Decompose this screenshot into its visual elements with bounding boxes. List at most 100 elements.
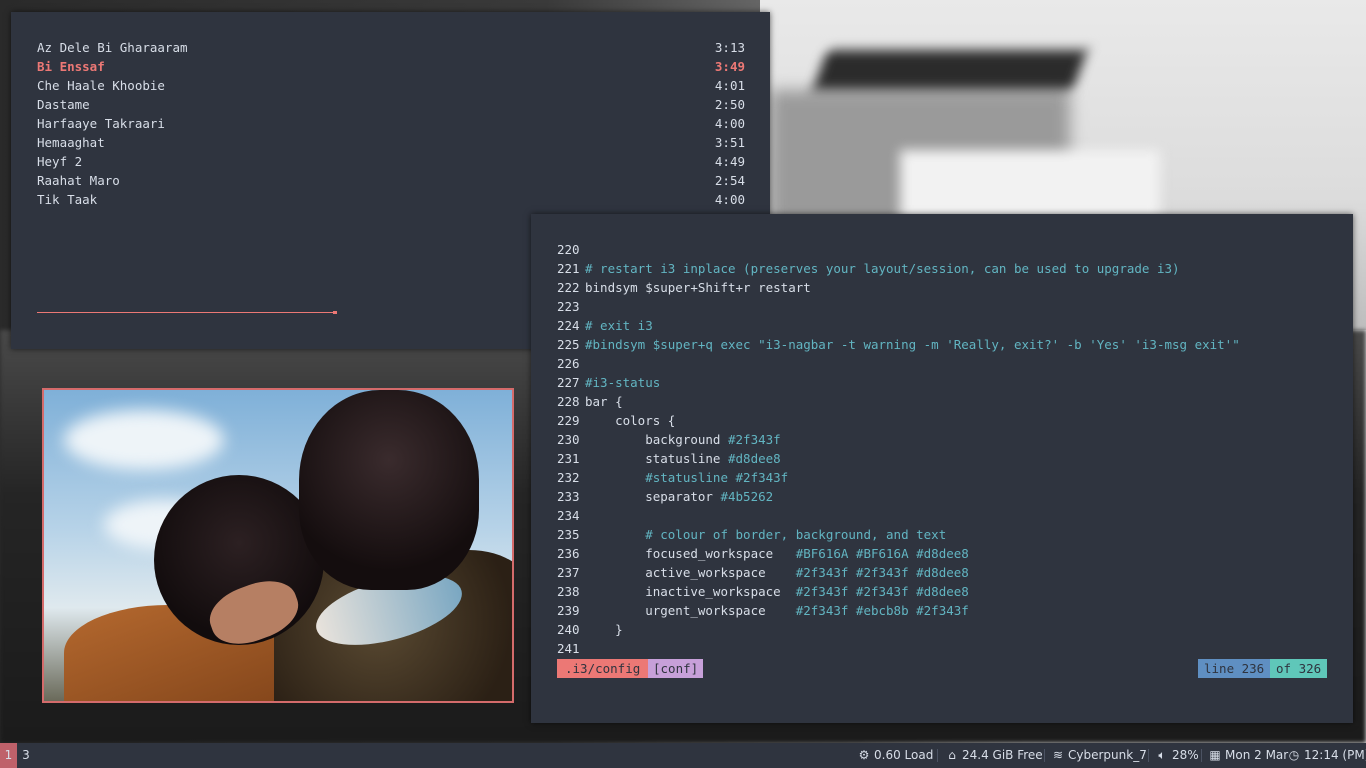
track-duration: 2:50 [714, 97, 745, 112]
line-color-value: #2f343f [728, 432, 781, 447]
track-duration: 4:49 [714, 154, 745, 169]
line-color-value: #2f343f #ebcb8b #2f343f [795, 603, 969, 618]
line-number: 232 [557, 470, 580, 485]
track-row[interactable]: Dastame 2:50 [37, 95, 745, 114]
track-row[interactable]: Raahat Maro 2:54 [37, 171, 745, 190]
line-number: 220 [557, 242, 580, 257]
line-text: # exit i3 [585, 318, 653, 333]
playback-progress-knob[interactable] [333, 311, 337, 314]
line-text: # colour of border, background, and text [585, 527, 947, 542]
code-line[interactable]: 221 # restart i3 inplace (preserves your … [557, 259, 1180, 278]
code-line[interactable]: 229 colors { [557, 411, 675, 430]
line-number: 238 [557, 584, 580, 599]
time-block: ◷ 12:14 (PM) [1287, 743, 1366, 768]
code-line[interactable]: 238 inactive_workspace #2f343f #2f343f #… [557, 582, 969, 601]
line-number: 228 [557, 394, 580, 409]
track-row[interactable]: Hemaaghat 3:51 [37, 133, 745, 152]
line-number: 225 [557, 337, 580, 352]
line-number: 226 [557, 356, 580, 371]
code-line[interactable]: 228 bar { [557, 392, 623, 411]
line-text: colors { [585, 413, 676, 428]
status-line-number: line 236 [1198, 659, 1271, 678]
track-title: Az Dele Bi Gharaaram [37, 40, 188, 55]
line-number: 234 [557, 508, 580, 523]
line-number: 229 [557, 413, 580, 428]
line-color-value: #2f343f #2f343f #d8dee8 [795, 584, 969, 599]
track-title: Bi Enssaf [37, 59, 105, 74]
line-number: 231 [557, 451, 580, 466]
track-row[interactable]: Harfaaye Takraari 4:00 [37, 114, 745, 133]
code-line[interactable]: 227 #i3-status [557, 373, 660, 392]
code-line[interactable]: 224 # exit i3 [557, 316, 653, 335]
line-text: # restart i3 inplace (preserves your lay… [585, 261, 1180, 276]
calendar-icon: ▦ [1209, 748, 1221, 762]
code-line[interactable]: 240 } [557, 620, 623, 639]
line-number: 241 [557, 641, 580, 656]
track-row[interactable]: Che Haale Khoobie 4:01 [37, 76, 745, 95]
track-title: Heyf 2 [37, 154, 83, 169]
code-line[interactable]: 235 # colour of border, background, and … [557, 525, 946, 544]
wallpaper-roof [812, 50, 1088, 90]
line-number: 223 [557, 299, 580, 314]
line-text: background [585, 432, 728, 447]
track-title: Raahat Maro [37, 173, 120, 188]
line-text: #statusline #2f343f [585, 470, 789, 485]
track-duration: 3:13 [714, 40, 745, 55]
code-line[interactable]: 233 separator #4b5262 [557, 487, 773, 506]
line-text: urgent_workspace [585, 603, 796, 618]
line-number: 236 [557, 546, 580, 561]
wifi-text: Cyberpunk_7 [1068, 748, 1147, 762]
image-viewer-window[interactable] [42, 388, 514, 703]
code-line[interactable]: 239 urgent_workspace #2f343f #ebcb8b #2f… [557, 601, 969, 620]
line-text: inactive_workspace [585, 584, 796, 599]
code-line[interactable]: 220 [557, 240, 585, 259]
code-line[interactable]: 231 statusline #d8dee8 [557, 449, 781, 468]
volume-text: 28% [1172, 748, 1199, 762]
line-number: 224 [557, 318, 580, 333]
status-filetype: [conf] [648, 659, 704, 678]
track-row[interactable]: Tik Taak 4:00 [37, 190, 745, 209]
code-line[interactable]: 236 focused_workspace #BF616A #BF616A #d… [557, 544, 969, 563]
code-line[interactable]: 226 [557, 354, 585, 373]
line-number: 230 [557, 432, 580, 447]
code-line[interactable]: 223 [557, 297, 585, 316]
separator [937, 749, 938, 762]
code-line[interactable]: 237 active_workspace #2f343f #2f343f #d8… [557, 563, 969, 582]
line-text: bar { [585, 394, 623, 409]
track-row[interactable]: Heyf 2 4:49 [37, 152, 745, 171]
date-text: Mon 2 Mar [1225, 748, 1289, 762]
workspace-button-3[interactable]: 3 [17, 743, 35, 768]
load-block: ⚙ 0.60 Load [857, 743, 934, 768]
code-line[interactable]: 222 bindsym $super+Shift+r restart [557, 278, 811, 297]
code-line[interactable]: 234 [557, 506, 585, 525]
code-line[interactable]: 225 #bindsym $super+q exec "i3-nagbar -t … [557, 335, 1240, 354]
status-filename: .i3/config [557, 659, 649, 678]
line-number: 221 [557, 261, 580, 276]
wifi-block: ≋ Cyberpunk_7 [1051, 743, 1147, 768]
track-duration: 3:49 [714, 59, 745, 74]
line-text: #bindsym $super+q exec "i3-nagbar -t war… [585, 337, 1240, 352]
track-title: Dastame [37, 97, 90, 112]
load-text: 0.60 Load [874, 748, 934, 762]
status-line-total: of 326 [1270, 659, 1328, 678]
disk-text: 24.4 GiB Free [962, 748, 1043, 762]
photo-cloud [64, 410, 224, 470]
clock-icon: ◷ [1288, 748, 1300, 762]
separator [1201, 749, 1202, 762]
code-line[interactable]: 232 #statusline #2f343f [557, 468, 788, 487]
line-number: 237 [557, 565, 580, 580]
track-duration: 4:01 [714, 78, 745, 93]
workspace-button-1[interactable]: 1 [0, 743, 17, 768]
playback-progress-bar[interactable] [37, 312, 337, 313]
track-title: Hemaaghat [37, 135, 105, 150]
code-line[interactable]: 241 [557, 639, 585, 658]
home-icon: ⌂ [948, 748, 956, 762]
track-row[interactable]: Bi Enssaf 3:49 [37, 57, 745, 76]
code-line[interactable]: 230 background #2f343f [557, 430, 781, 449]
track-duration: 4:00 [714, 116, 745, 131]
gear-icon: ⚙ [858, 748, 870, 762]
track-row[interactable]: Az Dele Bi Gharaaram 3:13 [37, 38, 745, 57]
track-title: Harfaaye Takraari [37, 116, 165, 131]
track-duration: 3:51 [714, 135, 745, 150]
text-editor-window[interactable]: 220 221 # restart i3 inplace (preserves yo… [531, 214, 1353, 723]
